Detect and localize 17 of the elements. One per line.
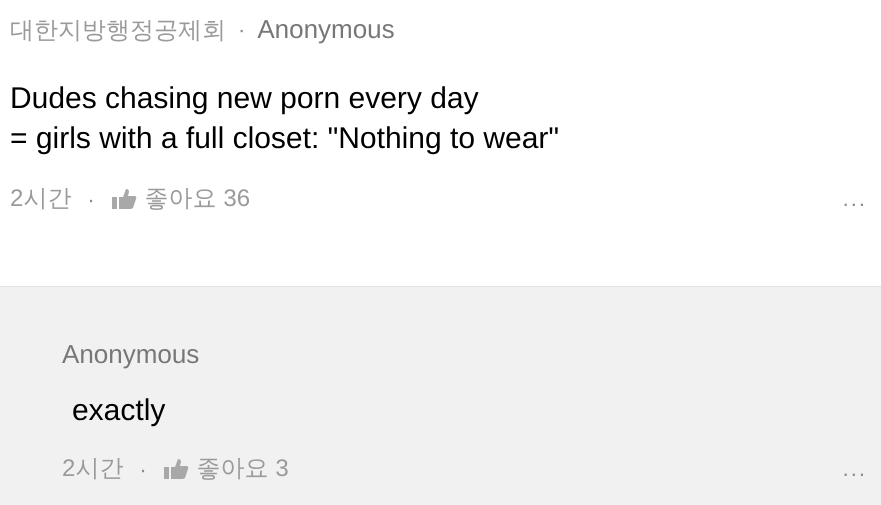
comment-text-line: Dudes chasing new porn every day <box>10 81 480 117</box>
timestamp: 2시간 <box>62 454 124 484</box>
separator-dot: · <box>139 456 147 484</box>
author-name: Anonymous <box>257 13 395 46</box>
thumbs-up-icon <box>110 188 137 210</box>
author-name: Anonymous <box>62 338 200 371</box>
thumbs-up-icon <box>162 458 189 480</box>
like-button[interactable]: 좋아요 36 <box>110 181 250 217</box>
group-name: 대한지방행정공제회 <box>10 14 226 46</box>
timestamp: 2시간 <box>10 184 72 214</box>
separator-dot: · <box>87 186 95 214</box>
separator-dot: · <box>238 16 246 44</box>
more-button[interactable]: ... <box>842 188 867 210</box>
reply-text: exactly <box>72 393 166 429</box>
more-button[interactable]: ... <box>842 458 867 480</box>
comment-text-line: = girls with a full closet: "Nothing to wear" <box>10 121 560 157</box>
like-button[interactable]: 좋아요 3 <box>162 451 289 487</box>
